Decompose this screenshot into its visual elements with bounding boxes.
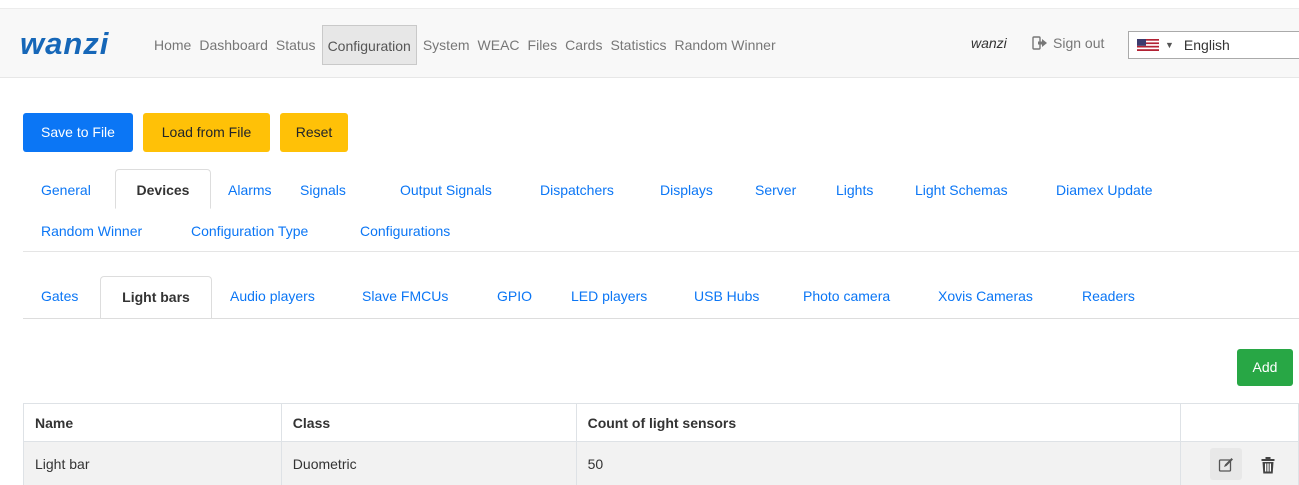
light-bars-table: Name Class Count of light sensors Light … xyxy=(23,403,1299,485)
cell-count: 50 xyxy=(575,441,1182,485)
nav-statistics[interactable]: Statistics xyxy=(606,25,670,65)
tab-diamex-update[interactable]: Diamex Update xyxy=(1056,182,1153,198)
tab-devices[interactable]: Devices xyxy=(115,169,211,209)
nav-dashboard[interactable]: Dashboard xyxy=(195,25,272,65)
reset-button[interactable]: Reset xyxy=(280,113,348,152)
edit-button[interactable] xyxy=(1210,448,1243,480)
table-header-row: Name Class Count of light sensors xyxy=(23,403,1299,442)
subtab-usb-hubs[interactable]: USB Hubs xyxy=(694,288,759,304)
nav-system[interactable]: System xyxy=(419,25,474,65)
top-navbar: wanzi Home Dashboard Status Configuratio… xyxy=(0,8,1299,78)
column-header-actions xyxy=(1180,403,1299,442)
add-button[interactable]: Add xyxy=(1237,349,1293,386)
column-header-count[interactable]: Count of light sensors xyxy=(575,403,1182,442)
subtabs-divider xyxy=(23,318,1299,319)
tab-configurations[interactable]: Configurations xyxy=(360,223,450,239)
column-header-name[interactable]: Name xyxy=(23,403,282,442)
tab-general[interactable]: General xyxy=(41,182,91,198)
sign-out-icon xyxy=(1032,36,1047,50)
current-user: wanzi xyxy=(971,35,1007,51)
trash-icon xyxy=(1261,456,1275,474)
nav-home[interactable]: Home xyxy=(150,25,195,65)
column-header-class[interactable]: Class xyxy=(280,403,577,442)
nav-cards[interactable]: Cards xyxy=(561,25,606,65)
us-flag-icon xyxy=(1137,39,1159,51)
edit-icon xyxy=(1218,458,1234,472)
sign-out-link[interactable]: Sign out xyxy=(1032,35,1104,51)
tab-output-signals[interactable]: Output Signals xyxy=(400,182,492,198)
nav-configuration[interactable]: Configuration xyxy=(321,25,417,65)
subtab-slave-fmcus[interactable]: Slave FMCUs xyxy=(362,288,448,304)
table-row[interactable]: Light bar Duometric 50 xyxy=(23,441,1299,485)
nav-random-winner[interactable]: Random Winner xyxy=(670,25,779,65)
nav-files[interactable]: Files xyxy=(524,25,562,65)
subtab-readers[interactable]: Readers xyxy=(1082,288,1135,304)
tab-alarms[interactable]: Alarms xyxy=(228,182,272,198)
subtab-xovis-cameras[interactable]: Xovis Cameras xyxy=(938,288,1033,304)
subtab-gates[interactable]: Gates xyxy=(41,288,78,304)
tab-signals[interactable]: Signals xyxy=(300,182,346,198)
tab-lights[interactable]: Lights xyxy=(836,182,873,198)
language-label: English xyxy=(1183,37,1230,53)
sign-out-label: Sign out xyxy=(1053,35,1105,51)
delete-button[interactable] xyxy=(1252,448,1284,480)
tab-displays[interactable]: Displays xyxy=(660,182,713,198)
tab-light-schemas[interactable]: Light Schemas xyxy=(915,182,1008,198)
save-to-file-button[interactable]: Save to File xyxy=(23,113,133,152)
language-select[interactable]: ▼ English xyxy=(1128,31,1299,59)
subtab-gpio[interactable]: GPIO xyxy=(497,288,532,304)
subtab-photo-camera[interactable]: Photo camera xyxy=(803,288,890,304)
tab-dispatchers[interactable]: Dispatchers xyxy=(540,182,614,198)
cell-name: Light bar xyxy=(23,441,282,485)
cell-actions xyxy=(1180,441,1299,485)
subtab-led-players[interactable]: LED players xyxy=(571,288,647,304)
tab-random-winner[interactable]: Random Winner xyxy=(41,223,142,239)
nav-status[interactable]: Status xyxy=(272,25,320,65)
chevron-down-icon: ▼ xyxy=(1165,40,1174,50)
tab-configuration-type[interactable]: Configuration Type xyxy=(191,223,308,239)
cell-class: Duometric xyxy=(280,441,577,485)
tabs-divider xyxy=(23,251,1299,252)
main-nav: Home Dashboard Status Configuration Syst… xyxy=(150,25,780,65)
tab-server[interactable]: Server xyxy=(755,182,796,198)
brand-logo[interactable]: wanzi xyxy=(20,28,109,59)
nav-weac[interactable]: WEAC xyxy=(474,25,524,65)
subtab-light-bars[interactable]: Light bars xyxy=(100,276,212,319)
load-from-file-button[interactable]: Load from File xyxy=(143,113,270,152)
subtab-audio-players[interactable]: Audio players xyxy=(230,288,315,304)
